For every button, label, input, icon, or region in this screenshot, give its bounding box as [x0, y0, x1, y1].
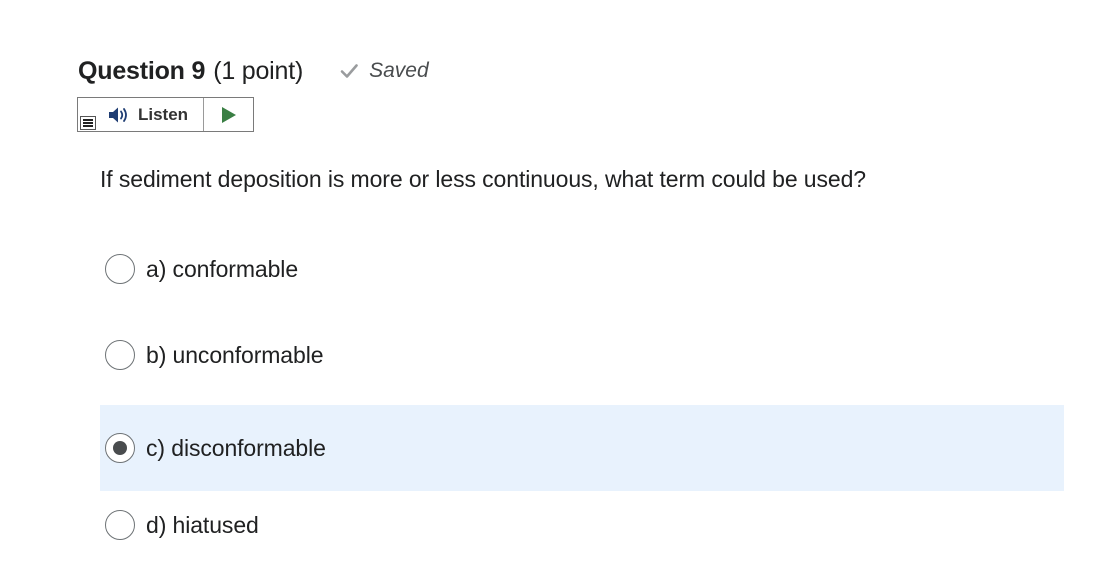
- question-points: (1 point): [213, 56, 304, 85]
- radio-button[interactable]: [105, 254, 135, 284]
- play-button[interactable]: [204, 98, 253, 131]
- checkmark-icon: [340, 64, 358, 78]
- listen-toolbar: Listen: [77, 97, 254, 132]
- answer-option-label: b) unconformable: [146, 341, 324, 368]
- answer-option-a[interactable]: a) conformable: [100, 226, 1064, 312]
- radio-selected-dot: [113, 441, 127, 455]
- radio-button-selected[interactable]: [105, 433, 135, 463]
- speaker-icon: [109, 107, 127, 122]
- play-icon: [221, 106, 236, 123]
- question-header: Question 9 (1 point) Saved: [78, 52, 429, 90]
- question-title: Question 9: [78, 56, 206, 85]
- listen-label: Listen: [138, 104, 189, 124]
- answer-option-d[interactable]: d) hiatused: [100, 482, 1064, 568]
- radio-button[interactable]: [105, 340, 135, 370]
- saved-label: Saved: [369, 59, 429, 82]
- radio-button[interactable]: [105, 510, 135, 540]
- answer-option-b[interactable]: b) unconformable: [100, 312, 1064, 398]
- menu-icon[interactable]: [80, 116, 96, 130]
- answer-option-label: d) hiatused: [146, 511, 259, 538]
- answer-option-c[interactable]: c) disconformable: [100, 405, 1064, 491]
- question-text: If sediment deposition is more or less c…: [100, 166, 866, 192]
- saved-status: Saved: [339, 59, 429, 83]
- listen-button[interactable]: Listen: [78, 98, 204, 131]
- answer-option-label: c) disconformable: [146, 434, 326, 461]
- answer-option-label: a) conformable: [146, 255, 299, 282]
